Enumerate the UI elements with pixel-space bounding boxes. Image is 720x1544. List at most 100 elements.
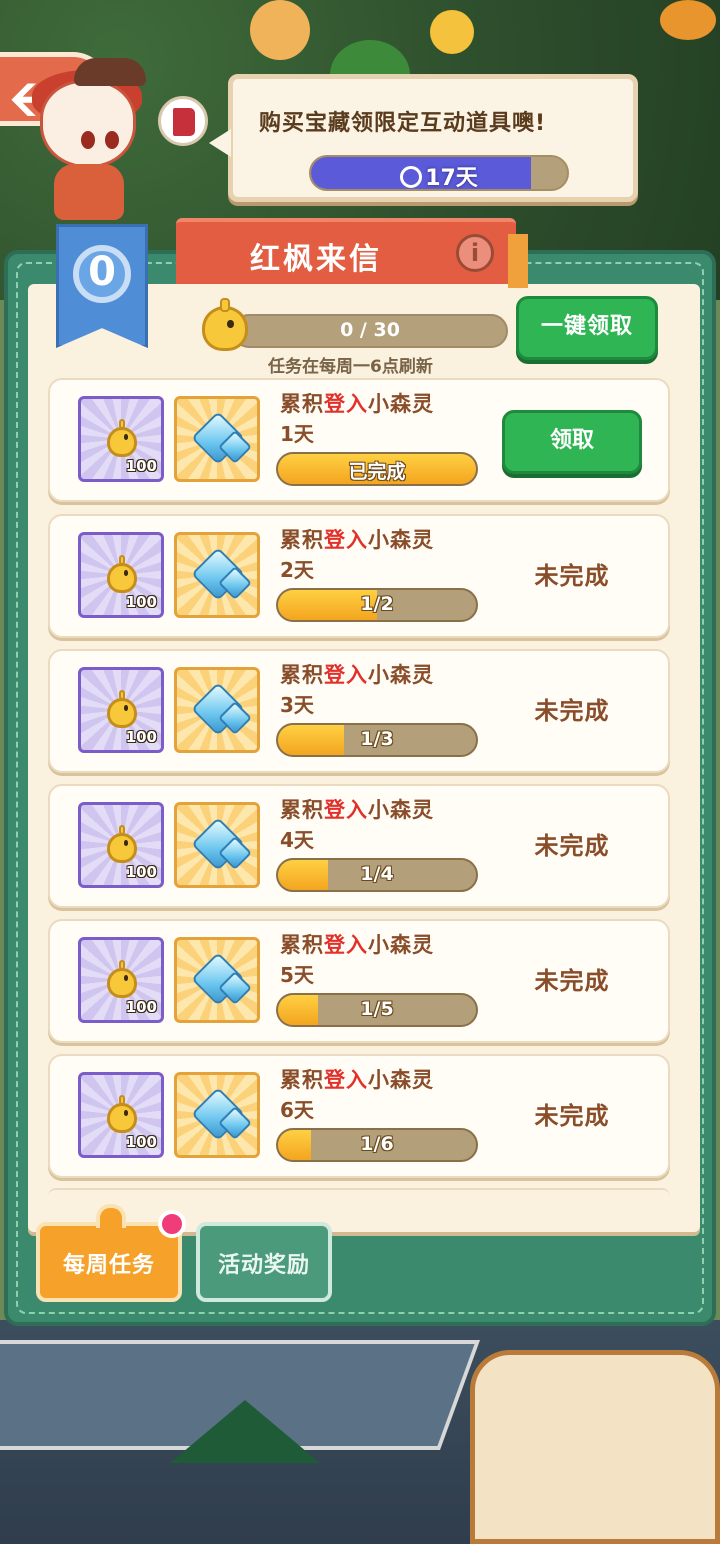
chick-icon (107, 825, 137, 864)
reward-chick-slot[interactable]: 100 (78, 667, 164, 753)
task-row: 100 累积登入小森灵 2天 1/2 未完成 (48, 514, 670, 638)
task-highlight: 登入 (324, 933, 368, 957)
reward-gem-slot[interactable] (174, 1072, 260, 1158)
task-prefix: 累积 (280, 392, 324, 416)
book-icon (173, 108, 195, 136)
task-title: 累积登入小森灵 (280, 794, 434, 824)
task-row: 100 累积登入小森灵 1天 已完成 领取 (48, 378, 670, 502)
reward-gem-slot[interactable] (174, 532, 260, 618)
diamond-icon (191, 547, 252, 601)
task-status: 未完成 (534, 967, 610, 995)
task-suffix: 小森灵 (368, 1068, 434, 1092)
reward-chick-slot[interactable]: 100 (78, 1072, 164, 1158)
task-status: 未完成 (534, 562, 610, 590)
tab-clip (96, 1204, 126, 1228)
reward-quantity: 100 (125, 1133, 157, 1151)
total-progress-bar: 0 / 30 (232, 314, 508, 348)
task-progress-bar: 1/3 (276, 723, 478, 757)
task-days: 5天 (280, 963, 314, 987)
task-progress-bar: 1/2 (276, 588, 478, 622)
task-days: 1天 (280, 422, 314, 446)
mascot-hat (74, 58, 146, 86)
task-prefix: 累积 (280, 1068, 324, 1092)
mascot-eye (105, 131, 119, 149)
reward-gem-slot[interactable] (174, 802, 260, 888)
chick-icon (107, 690, 137, 729)
task-progress-label: 1/3 (360, 728, 394, 750)
timer-label: 17天 (425, 166, 478, 191)
reward-chick-slot[interactable]: 100 (78, 532, 164, 618)
task-days: 4天 (280, 828, 314, 852)
reward-chick-slot[interactable]: 100 (78, 937, 164, 1023)
clock-icon (400, 166, 423, 188)
info-icon[interactable]: i (456, 234, 494, 272)
shop-decoration (470, 1350, 720, 1544)
task-prefix: 累积 (280, 933, 324, 957)
lantern-decoration (250, 0, 310, 60)
task-days: 6天 (280, 1098, 314, 1122)
task-status: 未完成 (534, 697, 610, 725)
reward-gem-slot[interactable] (174, 937, 260, 1023)
reward-gem-slot[interactable] (174, 396, 260, 482)
reward-quantity: 100 (125, 863, 157, 881)
mascot-body (54, 164, 124, 220)
task-progress-label: 1/4 (360, 863, 394, 885)
task-progress-label: 1/2 (360, 593, 394, 615)
task-row: 100 累积登入小森灵 3天 1/3 未完成 (48, 649, 670, 773)
title-ribbon: 红枫来信 i (176, 218, 528, 288)
diamond-icon (191, 817, 252, 871)
task-row: 100 累积登入小森灵 5天 1/5 未完成 (48, 919, 670, 1043)
task-title: 累积登入小森灵 (280, 659, 434, 689)
reward-gem-slot[interactable] (174, 667, 260, 753)
chick-icon (107, 960, 137, 999)
task-title: 累积登入小森灵 (280, 388, 434, 418)
reward-quantity: 100 (125, 593, 157, 611)
task-suffix: 小森灵 (368, 392, 434, 416)
claim-button[interactable]: 领取 (502, 410, 642, 474)
task-row: 100 累积登入小森灵 6天 1/6 未完成 (48, 1054, 670, 1178)
scroll-indicator (576, 1220, 596, 1230)
list-bottom-edge (48, 1188, 670, 1202)
tab-weekly-tasks[interactable]: 每周任务 (36, 1204, 182, 1302)
book-bubble[interactable] (158, 96, 208, 146)
level-number: 0 (88, 249, 116, 295)
reward-quantity: 100 (125, 998, 157, 1016)
mascot-eye (81, 131, 95, 149)
task-days: 2天 (280, 558, 314, 582)
task-highlight: 登入 (324, 392, 368, 416)
panel-title: 红枫来信 (250, 242, 382, 277)
total-progress-label: 0 / 30 (340, 319, 400, 341)
diamond-icon (191, 682, 252, 736)
task-progress-label: 已完成 (348, 461, 406, 483)
task-progress-bar: 已完成 (276, 452, 478, 486)
diamond-icon (191, 1087, 252, 1141)
task-title: 累积登入小森灵 (280, 524, 434, 554)
diamond-icon (191, 411, 252, 465)
notification-dot (158, 1210, 186, 1238)
task-highlight: 登入 (324, 1068, 368, 1092)
claim-all-button[interactable]: 一键领取 (516, 296, 658, 360)
task-status: 未完成 (534, 832, 610, 860)
ribbon-edge (508, 234, 528, 288)
mascot-head (40, 80, 136, 168)
diamond-icon (191, 952, 252, 1006)
task-status: 未完成 (534, 1102, 610, 1130)
speech-bubble: 购买宝藏领限定互动道具噢! 17天 (209, 74, 638, 202)
chick-icon (107, 555, 137, 594)
reward-quantity: 100 (125, 728, 157, 746)
timer-label-wrap: 17天 (311, 160, 567, 191)
lantern-decoration (660, 0, 716, 40)
task-suffix: 小森灵 (368, 798, 434, 822)
reward-chick-slot[interactable]: 100 (78, 802, 164, 888)
task-progress-label: 1/5 (360, 998, 394, 1020)
mascot-character (30, 58, 160, 220)
tab-event-rewards[interactable]: 活动奖励 (196, 1222, 332, 1302)
task-prefix: 累积 (280, 663, 324, 687)
task-prefix: 累积 (280, 798, 324, 822)
task-title: 累积登入小森灵 (280, 929, 434, 959)
speech-message: 购买宝藏领限定互动道具噢! (259, 111, 547, 136)
task-highlight: 登入 (324, 663, 368, 687)
reward-chick-slot[interactable]: 100 (78, 396, 164, 482)
task-title: 累积登入小森灵 (280, 1064, 434, 1094)
chick-icon (107, 419, 137, 458)
